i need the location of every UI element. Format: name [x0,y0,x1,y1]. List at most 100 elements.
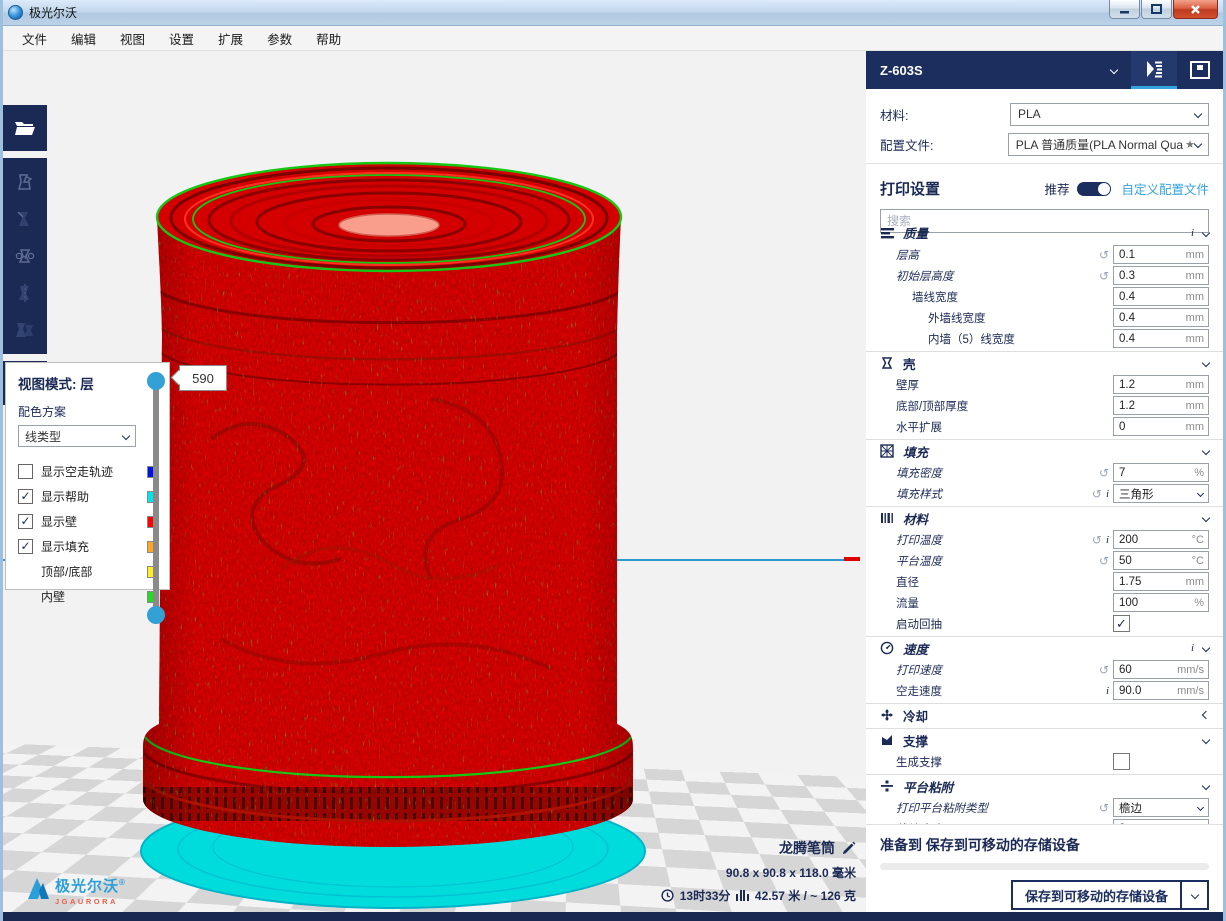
reset-icon[interactable]: ↺ [1092,487,1102,501]
save-to-removable-button[interactable]: 保存到可移动的存储设备 [1011,880,1182,910]
cooling-icon [880,708,897,723]
chevron-down-icon[interactable] [1202,228,1210,236]
view-option-checkbox[interactable]: ✓ [18,489,33,504]
setting-value-field[interactable]: 1.75mm [1113,572,1209,591]
section-header-1[interactable]: 质量i [866,221,1223,244]
setting-checkbox[interactable]: ✓ [1113,615,1130,632]
setting-value-field[interactable]: 90.0mm/s [1113,681,1209,700]
view-option-checkbox[interactable] [18,464,33,479]
chevron-down-icon[interactable] [1202,514,1210,522]
sliced-model-render[interactable] [131,139,663,912]
title-bar[interactable]: 极光尔沃 [0,0,1226,26]
setting-value-field[interactable]: 0.1mm [1113,245,1209,264]
setting-value-field[interactable]: 200°C [1113,530,1209,549]
close-icon [1190,4,1201,15]
print-time: 13时33分 [680,887,731,904]
view-option-row: ✓显示帮助 [18,484,159,509]
setting-value-field[interactable]: 7% [1113,463,1209,482]
layer-range-slider[interactable] [147,372,165,624]
reset-icon[interactable]: ↺ [1092,533,1102,547]
section-header-7[interactable]: 支撑 [866,728,1223,751]
reset-icon[interactable]: ↺ [1099,269,1109,283]
maximize-button[interactable] [1141,0,1172,19]
mirror-tool-icon[interactable] [14,282,36,304]
model-tools-toolbar [3,158,47,354]
setting-checkbox[interactable] [1113,753,1130,770]
info-icon[interactable]: i [1191,642,1194,654]
setting-dropdown[interactable]: 檐边 [1113,798,1209,817]
view-option-checkbox[interactable]: ✓ [18,539,33,554]
save-options-dropdown[interactable] [1181,880,1209,910]
menu-item-6[interactable]: 参数 [255,25,304,52]
setting-value-field[interactable]: 0.4mm [1113,287,1209,306]
setting-value-field[interactable]: 60mm/s [1113,660,1209,679]
info-icon[interactable]: i [1191,227,1194,239]
section-header-4[interactable]: 材料 [866,506,1223,529]
setting-label: 外墙线宽度 [880,310,1113,326]
setting-value-field[interactable]: 100% [1113,593,1209,612]
move-tool-icon[interactable] [14,171,36,193]
reset-icon[interactable]: ↺ [1099,801,1109,815]
section-header-3[interactable]: 填充 [866,439,1223,462]
settings-list: 质量i层高↺0.1mm初始层高度↺0.3mm墙线宽度0.4mm外墙线宽度0.4m… [866,219,1223,824]
view-option-checkbox[interactable]: ✓ [18,514,33,529]
setting-dropdown[interactable]: 三角形 [1113,484,1209,503]
menu-item-7[interactable]: 帮助 [304,25,353,52]
viewport-3d[interactable]: 视图模式: 层 配色方案 线类型 显示空走轨迹✓显示帮助✓显示壁✓显示填充顶部/… [3,51,866,912]
chevron-down-icon[interactable] [1202,782,1210,790]
menu-item-4[interactable]: 设置 [157,25,206,52]
reset-icon[interactable]: ↺ [1099,663,1109,677]
edit-pencil-icon[interactable] [842,841,856,855]
recommended-custom-toggle[interactable] [1077,182,1111,196]
setting-value-field[interactable]: 0.4mm [1113,308,1209,327]
minimize-button[interactable] [1109,0,1140,19]
menu-item-3[interactable]: 视图 [108,25,157,52]
chevron-down-icon[interactable] [1202,447,1210,455]
printer-selector[interactable]: Z-603S [866,63,1131,78]
per-model-settings-tool-icon[interactable] [13,319,37,341]
section-header-2[interactable]: 壳 [866,351,1223,374]
chevron-down-icon[interactable] [1202,736,1210,744]
reset-icon[interactable]: ↺ [1099,466,1109,480]
section-header-5[interactable]: 速度i [866,636,1223,659]
chevron-left-icon[interactable] [1202,711,1210,719]
info-icon[interactable]: i [1106,685,1109,697]
slider-track[interactable] [153,380,159,616]
custom-profile-link[interactable]: 自定义配置文件 [1121,179,1209,198]
info-icon[interactable]: i [1106,488,1109,500]
setting-value: 90.0 [1114,685,1141,697]
open-file-button[interactable] [3,105,47,151]
setting-value-field[interactable]: 1.2mm [1113,375,1209,394]
monitor-view-button[interactable] [1177,51,1223,89]
view-mode-title: 视图模式: 层 [18,373,159,393]
color-scheme-label: 配色方案 [18,403,159,420]
prepare-view-button[interactable] [1131,51,1177,89]
menu-item-2[interactable]: 编辑 [59,25,108,52]
menu-item-1[interactable]: 文件 [10,25,59,52]
material-select[interactable]: PLA [1010,103,1209,126]
slider-handle-bottom[interactable] [147,606,165,624]
setting-unit: mm [1186,379,1208,391]
slider-handle-top[interactable] [147,372,165,390]
section-header-6[interactable]: 冷却 [866,703,1223,726]
setting-value-field[interactable]: 1.2mm [1113,396,1209,415]
section-header-8[interactable]: 平台粘附 [866,774,1223,797]
setting-row: 内墙（5）线宽度0.4mm [866,328,1223,349]
profile-select[interactable]: PLA 普通质量(PLA Normal Qua ★ [1008,133,1209,156]
color-scheme-select[interactable]: 线类型 [18,425,136,447]
chevron-down-icon[interactable] [1202,359,1210,367]
reset-icon[interactable]: ↺ [1099,554,1109,568]
rotate-tool-icon[interactable] [14,245,36,267]
menu-item-5[interactable]: 扩展 [206,25,255,52]
setting-value-field[interactable]: 0.3mm [1113,266,1209,285]
scale-tool-icon[interactable] [14,208,36,230]
setting-value-field[interactable]: 0mm [1113,417,1209,436]
close-button[interactable] [1173,0,1218,19]
reset-icon[interactable]: ↺ [1099,248,1109,262]
setting-label: 底部/顶部厚度 [880,398,1113,414]
chevron-down-icon[interactable] [1202,644,1210,652]
setting-value-field[interactable]: 0.4mm [1113,329,1209,348]
setting-value-field[interactable]: 50°C [1113,551,1209,570]
view-option-row: ✓显示壁 [18,509,159,534]
info-icon[interactable]: i [1106,534,1109,546]
